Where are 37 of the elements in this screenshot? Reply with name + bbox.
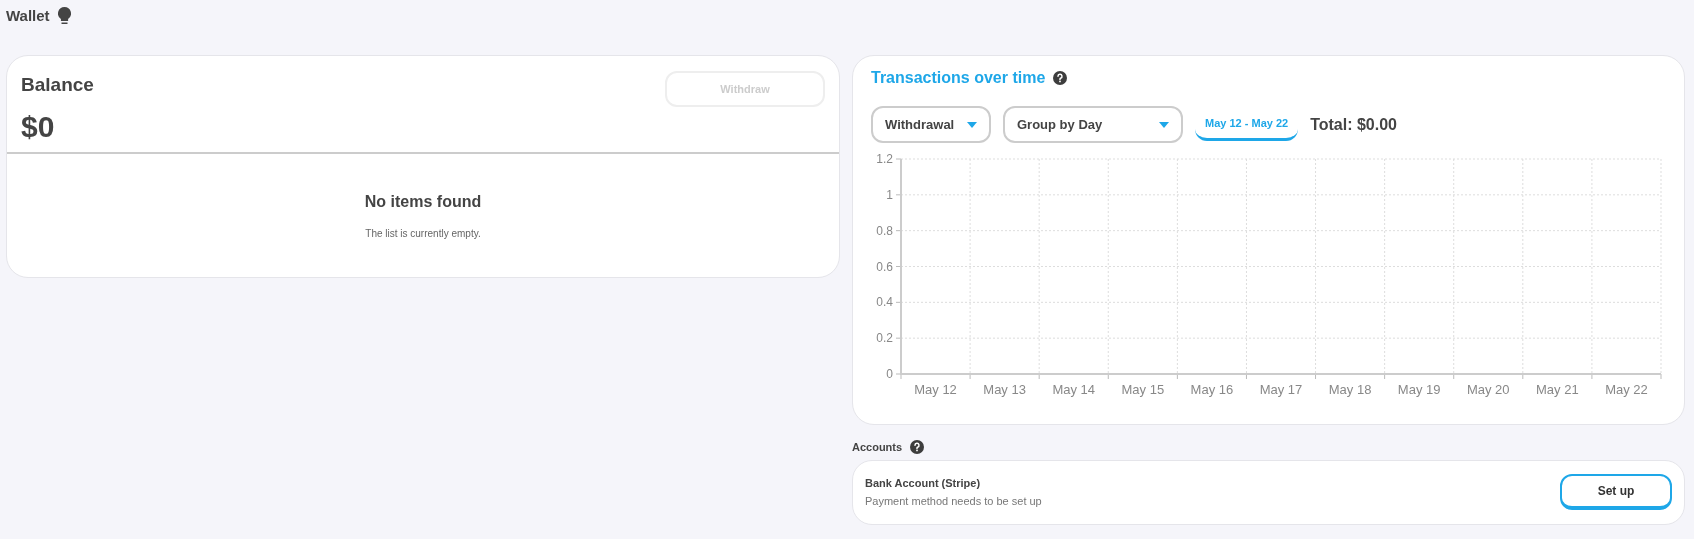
empty-text: The list is currently empty. bbox=[365, 227, 481, 241]
account-status: Payment method needs to be set up bbox=[865, 494, 1042, 509]
x-tick-label: May 15 bbox=[1121, 382, 1165, 397]
x-tick-label: May 12 bbox=[914, 382, 957, 397]
x-tick-label: May 18 bbox=[1328, 382, 1372, 397]
group-dropdown[interactable]: Group by Day bbox=[1003, 106, 1183, 143]
setup-button[interactable]: Set up bbox=[1560, 474, 1672, 510]
y-tick-label: 1.2 bbox=[876, 152, 894, 166]
x-tick-label: May 21 bbox=[1536, 382, 1579, 397]
account-name: Bank Account (Stripe) bbox=[865, 475, 982, 491]
total-amount: Total: $0.00 bbox=[1310, 114, 1397, 135]
x-tick-label: May 19 bbox=[1397, 382, 1441, 397]
accounts-title: Accounts bbox=[852, 440, 903, 455]
y-tick-label: 0 bbox=[886, 367, 894, 381]
y-tick-label: 0.6 bbox=[876, 259, 894, 274]
y-tick-label: 0.2 bbox=[876, 331, 894, 346]
lightbulb-icon[interactable] bbox=[57, 7, 71, 25]
y-tick-label: 0.8 bbox=[876, 223, 894, 238]
caret-icon bbox=[967, 121, 977, 128]
x-tick-label: May 17 bbox=[1259, 382, 1303, 397]
type-dropdown[interactable]: Withdrawal bbox=[871, 106, 991, 143]
page-title: Wallet bbox=[6, 5, 50, 26]
chart-title: Transactions over time bbox=[871, 68, 1046, 88]
help-icon[interactable] bbox=[1053, 71, 1068, 85]
line-chart: 0 0.2 0.4 0.6 0.8 1 1.2 May 12 May 13 May 14 May 15 May 16 May 17 May 18 May 19 May 20 May 21 May 22 bbox=[871, 151, 1666, 397]
y-tick-label: 0.4 bbox=[876, 295, 894, 310]
y-tick-label: 1 bbox=[886, 187, 894, 202]
balance-title: Balance bbox=[21, 73, 94, 97]
x-tick-label: May 16 bbox=[1190, 382, 1234, 397]
x-tick-label: May 22 bbox=[1605, 382, 1648, 397]
empty-title: No items found bbox=[364, 192, 482, 212]
x-tick-label: May 14 bbox=[1052, 382, 1096, 397]
x-tick-label: May 20 bbox=[1466, 382, 1510, 397]
x-tick-label: May 13 bbox=[983, 382, 1026, 397]
help-icon[interactable] bbox=[910, 440, 925, 455]
caret-icon bbox=[1159, 121, 1169, 128]
balance-amount: $0 bbox=[21, 108, 56, 145]
